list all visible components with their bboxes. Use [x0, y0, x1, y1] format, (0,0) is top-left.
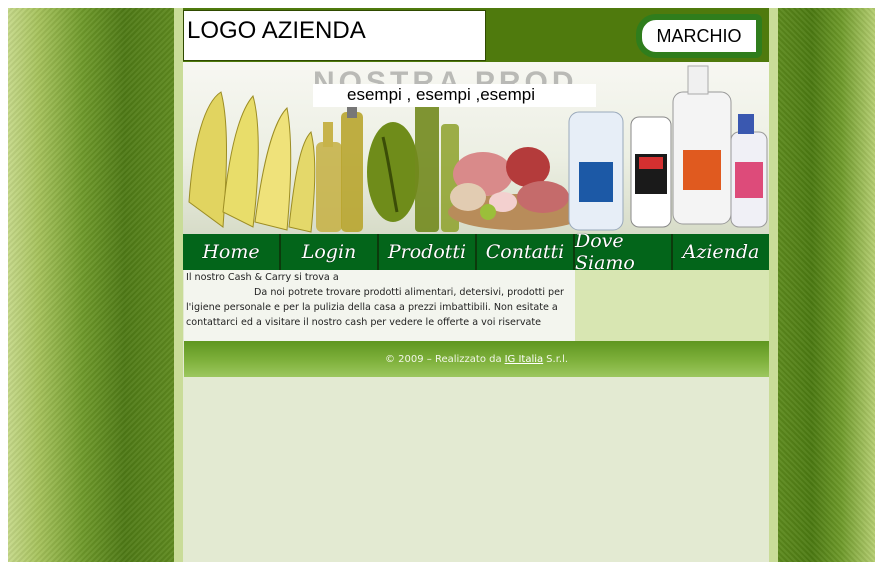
nav-azienda[interactable]: Azienda: [673, 234, 769, 270]
pasta-image: [188, 91, 316, 233]
footer-link-ig-italia[interactable]: IG Italia: [505, 354, 544, 365]
nav-contatti[interactable]: Contatti: [477, 234, 575, 270]
logo-text: LOGO AZIENDA: [187, 17, 366, 44]
nav-home[interactable]: Home: [183, 234, 281, 270]
olive-oil-bottles: [316, 90, 459, 232]
nav-login[interactable]: Login: [281, 234, 379, 270]
detergent-bottles: [568, 65, 768, 231]
nav-dove-siamo[interactable]: Dove Siamo: [575, 230, 673, 274]
banner-caption: esempi , esempi ,esempi: [313, 84, 596, 107]
intro-first-line: Il nostro Cash & Carry si trova a: [186, 272, 339, 283]
side-content-box: [575, 270, 769, 341]
right-background-panel: [778, 8, 875, 562]
left-background-panel: [8, 8, 174, 562]
banner-image: NOSTRA PROD esempi , esempi ,esempi: [183, 62, 769, 234]
nav-prodotti[interactable]: Prodotti: [379, 234, 477, 270]
meat-platter: [448, 147, 588, 230]
intro-paragraph: Il nostro Cash & Carry si trova a Da noi…: [184, 270, 575, 330]
brand-badge[interactable]: MARCHIO: [636, 14, 762, 58]
intro-body: Da noi potrete trovare prodotti alimenta…: [186, 287, 564, 328]
brand-text: MARCHIO: [656, 26, 742, 46]
footer-copyright: © 2009 – Realizzato da: [384, 353, 502, 365]
company-logo[interactable]: LOGO AZIENDA: [183, 10, 486, 61]
right-border-strip: [769, 8, 778, 562]
intro-section: Il nostro Cash & Carry si trova a Da noi…: [184, 270, 575, 341]
left-border-strip: [174, 8, 183, 562]
footer-suffix: S.r.l.: [546, 353, 569, 365]
main-nav: Home Login Prodotti Contatti Dove Siamo …: [183, 230, 769, 274]
banner-caption-text: esempi , esempi ,esempi: [347, 85, 536, 104]
footer: © 2009 – Realizzato da IG Italia S.r.l.: [184, 341, 769, 377]
